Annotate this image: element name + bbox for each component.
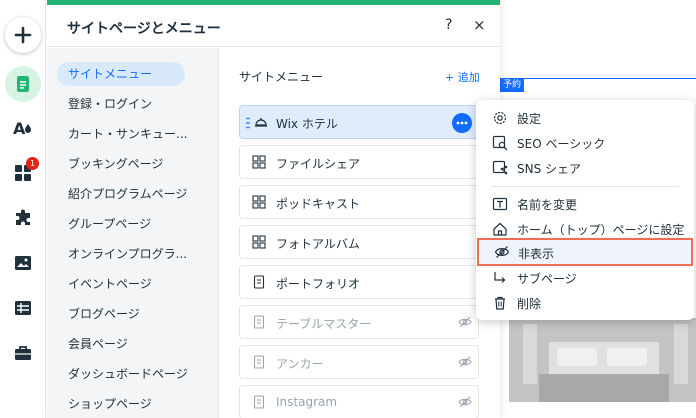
gear-icon [493, 111, 507, 125]
menu-item-label: ファイルシェア [276, 157, 361, 171]
eye-hidden-icon[interactable] [458, 356, 472, 368]
menu-divider [492, 186, 678, 187]
app-icon [252, 195, 266, 209]
menu-item-label: アンカー [276, 357, 324, 371]
category-item[interactable]: オンラインプログラ... [57, 242, 207, 266]
ctx-item-subpage[interactable]: サブページ [476, 266, 694, 290]
app-icon [252, 155, 266, 169]
menu-item-podcast[interactable]: ポッドキャスト [239, 185, 479, 219]
drag-handle-icon[interactable] [246, 117, 250, 129]
menu-item-label: Wix ホテル [276, 117, 338, 131]
category-item[interactable]: イベントページ [57, 272, 207, 296]
menu-item-portfolio[interactable]: ポートフォリオ [239, 265, 479, 299]
design-button[interactable]: A [5, 110, 41, 146]
ctx-item-settings[interactable]: 設定 [476, 106, 694, 130]
menu-item-file-share[interactable]: ファイルシェア [239, 145, 479, 179]
rename-icon [492, 197, 508, 211]
category-item[interactable]: 登録・ログイン [57, 92, 207, 116]
menu-item-label: ポートフォリオ [276, 277, 361, 291]
plus-icon [14, 26, 32, 44]
page-icon [253, 395, 265, 409]
notification-badge: 1 [26, 157, 39, 170]
menu-item-label: フォトアルバム [276, 237, 360, 251]
svg-text:A: A [13, 119, 26, 137]
menu-item-photo-album[interactable]: フォトアルバム [239, 225, 479, 259]
page-icon [253, 315, 265, 329]
ctx-item-label: 設定 [517, 112, 542, 126]
ctx-item-label: ホーム（トップ）ページに設定 [517, 223, 685, 237]
menu-item-table-master[interactable]: テーブルマスター [239, 305, 479, 339]
category-list: サイトメニュー 登録・ログイン カート・サンキュー... ブッキングページ 紹介… [47, 48, 219, 418]
trash-icon [495, 296, 505, 310]
site-menu-area: サイトメニュー + 追加 Wix ホテル ファイルシェア ポッドキャスト フォト… [219, 48, 500, 418]
canvas-section-strip: 予約 [500, 78, 696, 92]
room-illustration [509, 318, 696, 402]
menu-item-label: ポッドキャスト [276, 197, 361, 211]
help-button[interactable]: ? [445, 17, 452, 33]
apps-button[interactable]: 1 [5, 155, 41, 191]
ctx-item-seo[interactable]: SEO ベーシック [476, 131, 694, 155]
media-button[interactable] [5, 245, 41, 281]
ctx-item-delete[interactable]: 削除 [476, 291, 694, 315]
category-item-site-menu[interactable]: サイトメニュー [57, 62, 185, 86]
table-icon [15, 301, 31, 315]
eye-hidden-icon[interactable] [458, 396, 472, 408]
ctx-item-hide[interactable]: 非表示 [477, 238, 693, 266]
category-item[interactable]: グループページ [57, 212, 207, 236]
canvas-section-tag: 予約 [500, 79, 525, 92]
ctx-item-label: 非表示 [518, 247, 555, 261]
hotel-icon [255, 118, 267, 127]
page-icon [253, 275, 265, 289]
home-icon [493, 222, 507, 236]
ctx-item-label: SEO ベーシック [517, 137, 606, 151]
paint-drop-icon: A [13, 119, 31, 137]
ctx-item-label: SNS シェア [517, 162, 582, 176]
page-context-menu: 設定 SEO ベーシック SNS シェア 名前を変更 ホーム（トップ）ページに設… [476, 100, 694, 320]
business-button[interactable] [5, 335, 41, 371]
app-icon [252, 235, 266, 249]
ctx-item-rename[interactable]: 名前を変更 [476, 192, 694, 216]
panel-header: サイトページとメニュー ? × [47, 5, 500, 47]
subpage-icon [494, 272, 506, 283]
pages-panel: サイトページとメニュー ? × サイトメニュー 登録・ログイン カート・サンキュ… [47, 0, 500, 418]
category-item[interactable]: ブログページ [57, 302, 207, 326]
category-item[interactable]: 紹介プログラムページ [57, 182, 207, 206]
puzzle-icon [16, 209, 30, 225]
category-item[interactable]: カート・サンキュー... [57, 122, 207, 146]
menu-section-title: サイトメニュー [239, 70, 324, 84]
eye-hidden-icon[interactable] [458, 316, 472, 328]
image-icon [15, 256, 31, 270]
left-toolbar: A 1 [0, 0, 46, 418]
menu-item-label: テーブルマスター [276, 317, 372, 331]
menu-item-instagram[interactable]: Instagram [239, 385, 479, 418]
canvas-image [509, 318, 696, 402]
ctx-item-social-share[interactable]: SNS シェア [476, 156, 694, 180]
menu-item-wix-hotel[interactable]: Wix ホテル [239, 105, 479, 139]
more-actions-button[interactable] [452, 113, 472, 133]
cms-button[interactable] [5, 290, 41, 326]
share-icon [492, 160, 508, 175]
eye-hidden-icon [494, 246, 510, 258]
close-button[interactable]: × [473, 16, 486, 34]
page-icon [17, 76, 29, 92]
plugins-button[interactable] [5, 200, 41, 236]
pages-menu-button[interactable] [5, 66, 41, 102]
ctx-item-label: 名前を変更 [517, 198, 578, 212]
seo-icon [492, 135, 508, 151]
panel-title: サイトページとメニュー [67, 21, 221, 37]
add-page-button[interactable]: + 追加 [445, 69, 480, 85]
ctx-item-label: サブページ [517, 272, 577, 286]
briefcase-icon [15, 346, 31, 360]
menu-item-label: Instagram [276, 395, 338, 409]
add-elements-button[interactable] [5, 17, 41, 53]
category-item[interactable]: ブッキングページ [57, 152, 207, 176]
page-icon [253, 355, 265, 369]
menu-item-anchor[interactable]: アンカー [239, 345, 479, 379]
category-item[interactable]: 会員ページ [57, 332, 207, 356]
category-item[interactable]: ショップページ [57, 392, 207, 416]
category-item[interactable]: ダッシュボードページ [57, 362, 207, 386]
more-dots-icon [456, 121, 468, 125]
ctx-item-label: 削除 [517, 297, 542, 311]
